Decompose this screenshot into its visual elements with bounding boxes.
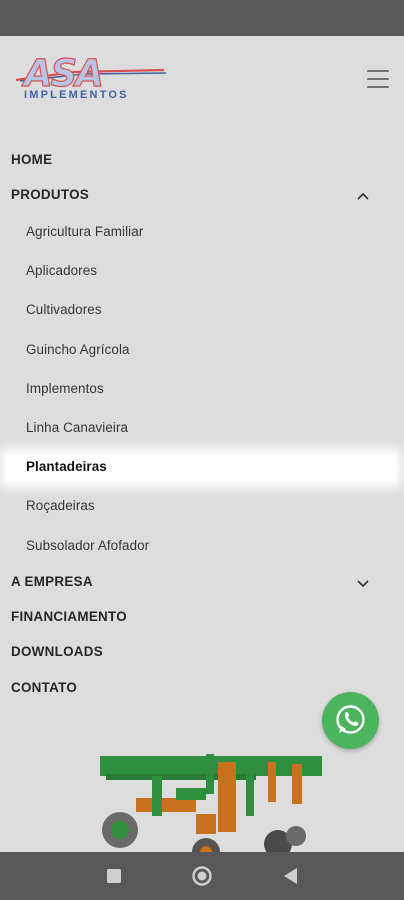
menu-item-downloads[interactable]: DOWNLOADS <box>11 644 103 660</box>
menu-icon[interactable] <box>367 70 389 88</box>
submenu-item-agricultura-familiar[interactable]: Agricultura Familiar <box>26 224 143 240</box>
submenu-item-cultivadores[interactable]: Cultivadores <box>26 302 102 318</box>
chevron-up-icon[interactable] <box>356 191 370 201</box>
submenu-item-rocadeiras[interactable]: Roçadeiras <box>26 498 95 514</box>
triangle-back-icon[interactable] <box>282 867 300 885</box>
submenu-item-linha-canavieira[interactable]: Linha Canavieira <box>26 420 128 436</box>
page: ASA IMPLEMENTOS HOME PRODUTOS Agricultur… <box>0 36 404 852</box>
menu-item-produtos[interactable]: PRODUTOS <box>11 187 89 203</box>
submenu-item-implementos[interactable]: Implementos <box>26 381 104 397</box>
planter-machine-image <box>100 754 322 852</box>
logo-subtitle: IMPLEMENTOS <box>24 89 129 101</box>
square-icon[interactable] <box>106 868 122 884</box>
submenu-item-plantadeiras[interactable]: Plantadeiras <box>26 459 107 475</box>
menu-item-contato[interactable]: CONTATO <box>11 680 77 696</box>
status-bar <box>0 0 404 36</box>
submenu-item-guincho-agricola[interactable]: Guincho Agrícola <box>26 342 130 358</box>
submenu-item-aplicadores[interactable]: Aplicadores <box>26 263 97 279</box>
whatsapp-icon <box>336 705 365 734</box>
system-nav-bar <box>0 852 404 900</box>
circle-icon[interactable] <box>191 865 213 887</box>
chevron-down-icon[interactable] <box>356 579 370 589</box>
asa-logo[interactable]: ASA IMPLEMENTOS <box>14 53 170 104</box>
menu-item-financiamento[interactable]: FINANCIAMENTO <box>11 609 127 625</box>
submenu-item-subsolador-afofador[interactable]: Subsolador Afofador <box>26 538 149 554</box>
menu-item-home[interactable]: HOME <box>11 152 52 168</box>
menu-item-a-empresa[interactable]: A EMPRESA <box>11 574 93 590</box>
whatsapp-button[interactable] <box>322 692 379 749</box>
